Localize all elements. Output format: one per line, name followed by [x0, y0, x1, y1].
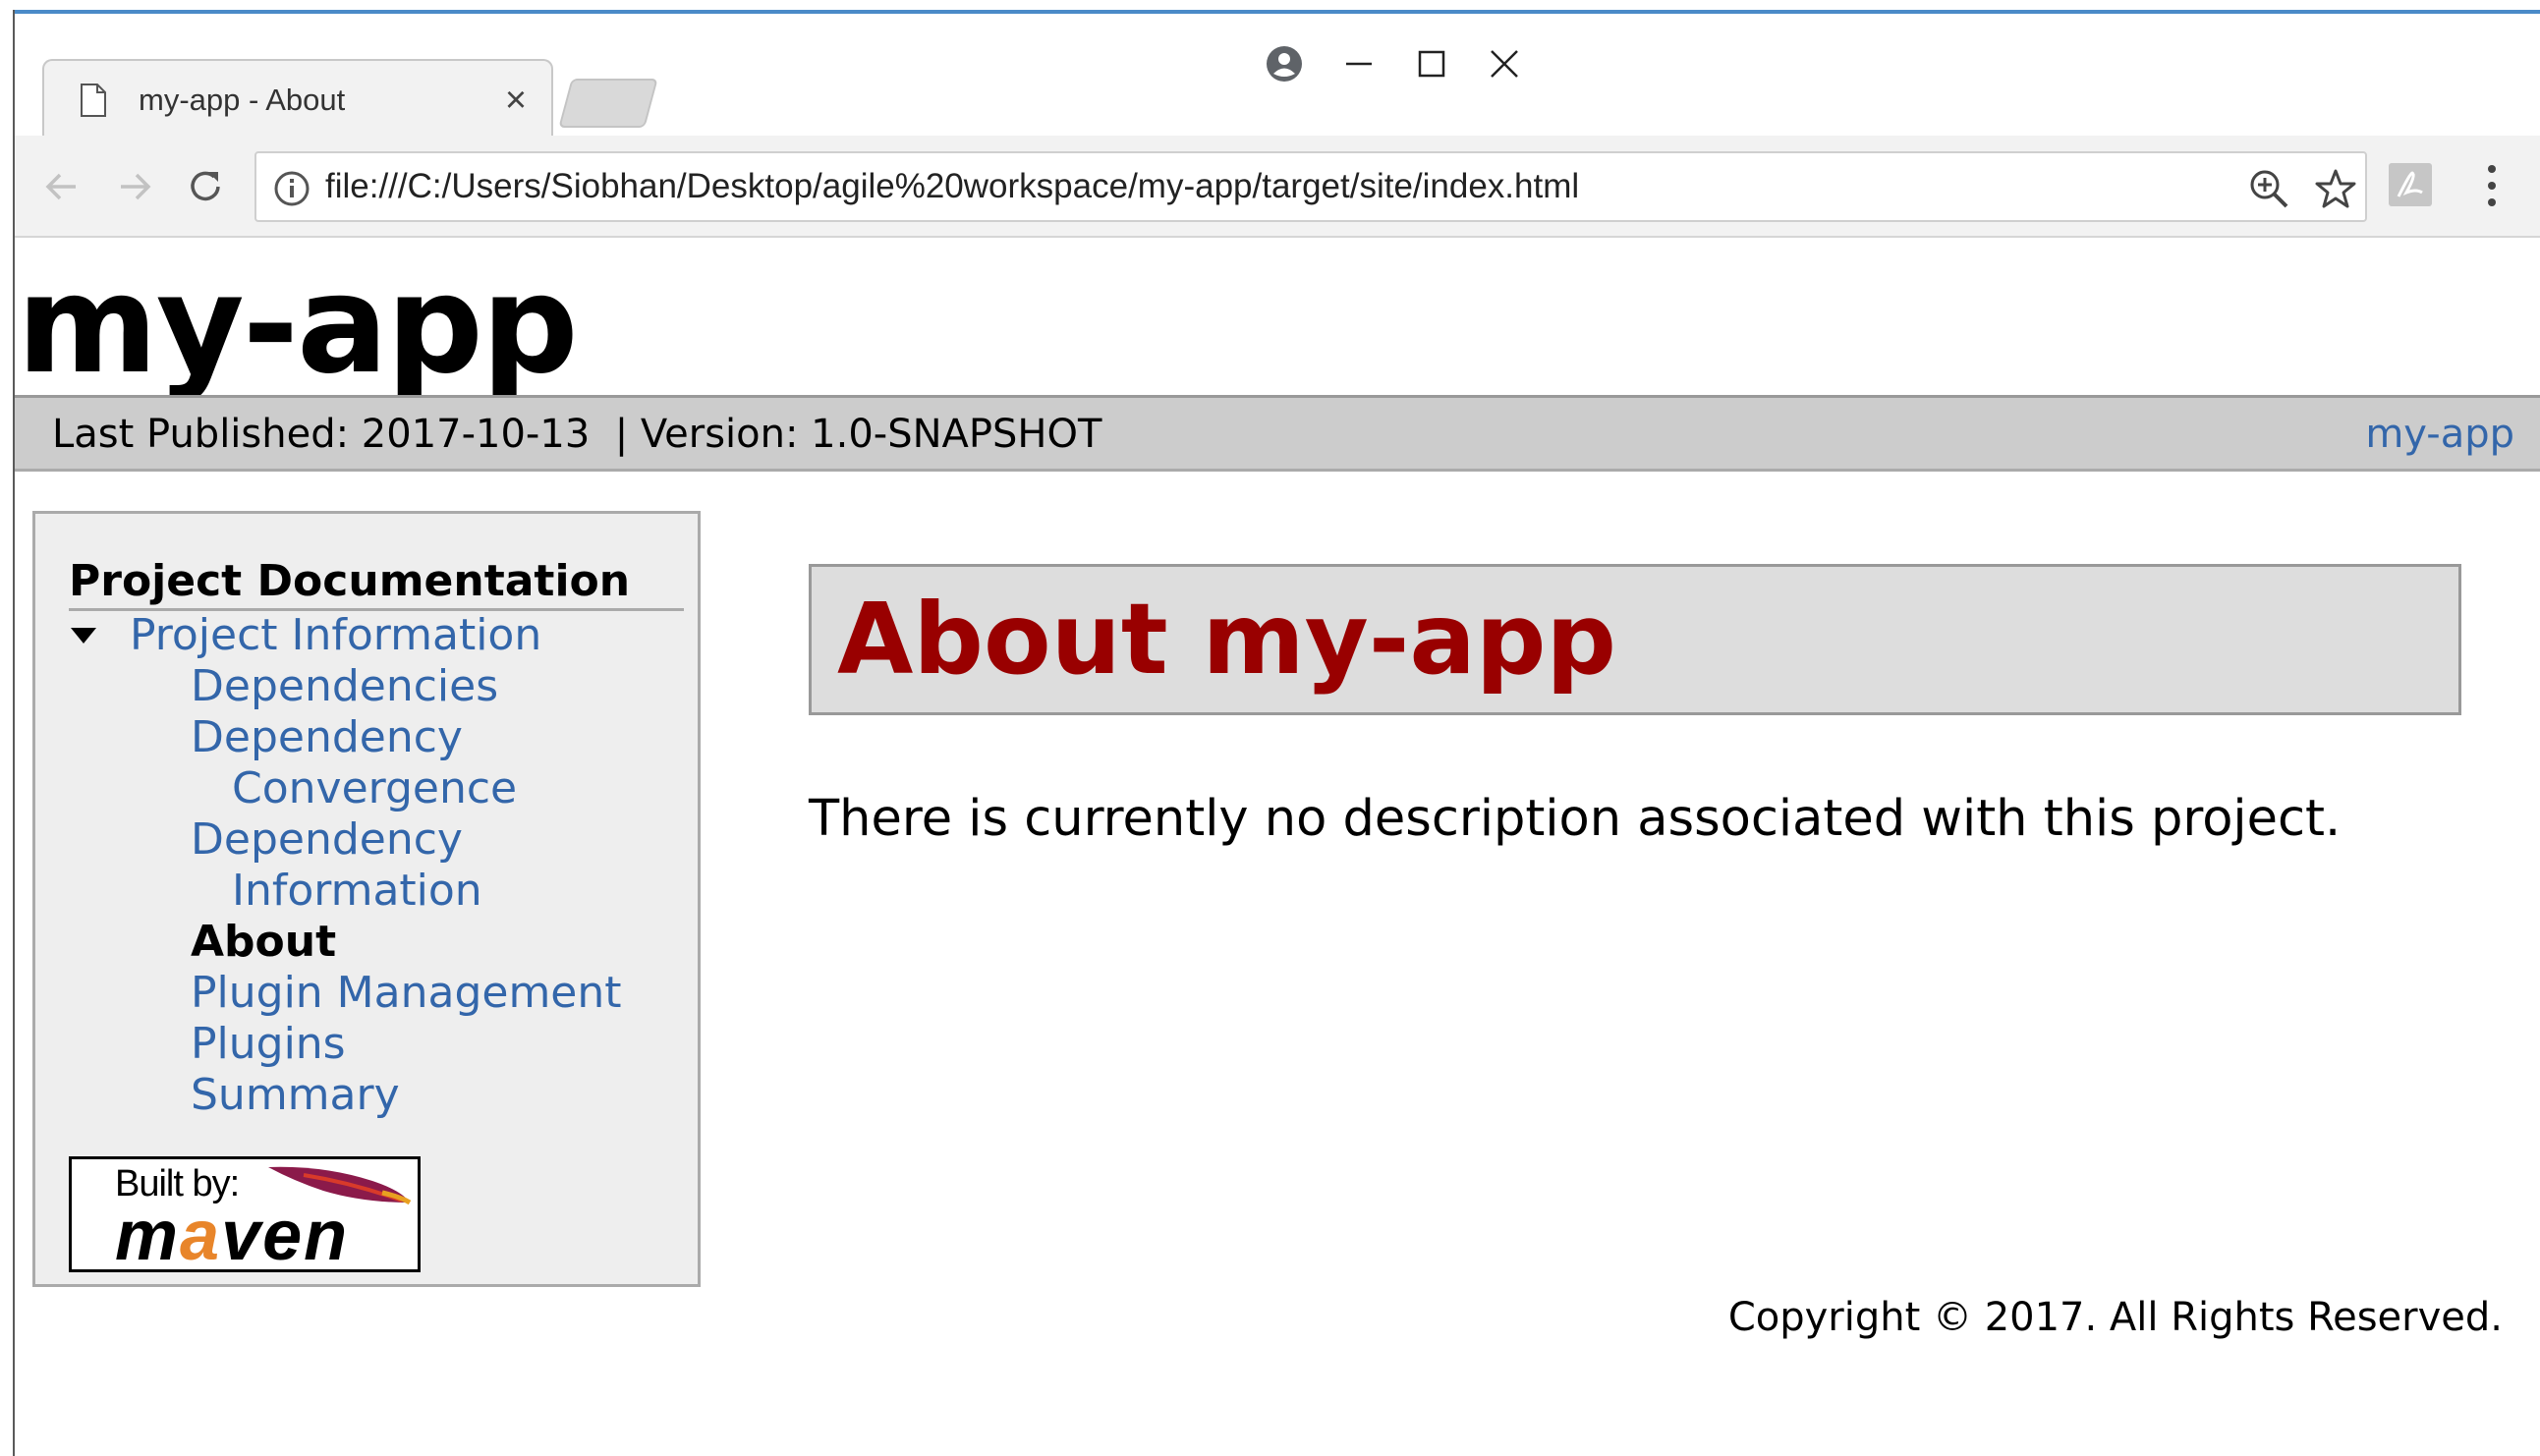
browser-toolbar: file:///C:/Users/Siobhan/Desktop/agile%2…	[15, 136, 2540, 238]
expanded-triangle-icon[interactable]	[69, 624, 98, 647]
new-tab-button[interactable]	[558, 79, 658, 128]
browser-window: my-app - About × file:///C:/Users/Siobha…	[13, 10, 2540, 1456]
breadcrumb-link-my-app[interactable]: my-app	[2365, 412, 2514, 457]
nav-item-dependency-information[interactable]: Dependency	[191, 814, 463, 866]
document-icon	[81, 84, 106, 117]
forward-arrow-icon[interactable]	[109, 161, 160, 212]
tab-active[interactable]: my-app - About ×	[42, 59, 553, 140]
nav-item-plugins[interactable]: Plugins	[191, 1019, 346, 1070]
pdf-extension-icon[interactable]	[2389, 163, 2432, 206]
project-description: There is currently no description associ…	[809, 790, 2342, 848]
info-icon[interactable]	[272, 169, 311, 208]
maximize-icon[interactable]	[1402, 39, 1461, 88]
page-heading: About my-app	[837, 582, 1617, 697]
tab-title: my-app - About	[139, 83, 346, 117]
close-window-icon[interactable]	[1475, 39, 1534, 88]
tab-close-icon[interactable]: ×	[498, 80, 534, 121]
kebab-menu-icon[interactable]	[2477, 159, 2507, 212]
url-text[interactable]: file:///C:/Users/Siobhan/Desktop/agile%2…	[325, 167, 1579, 206]
zoom-icon[interactable]	[2247, 167, 2290, 210]
sidebar-navigation: Project Documentation Project Informatio…	[32, 511, 701, 1287]
maven-logo-m: m	[115, 1197, 181, 1275]
minimize-icon[interactable]	[1329, 39, 1388, 88]
title-bar: my-app - About ×	[15, 14, 2540, 140]
nav-item-about: About	[191, 917, 337, 967]
nav-item-dependency-convergence-cont[interactable]: Convergence	[232, 763, 517, 814]
bookmark-star-icon[interactable]	[2314, 167, 2357, 210]
nav-item-dependency-convergence[interactable]: Dependency	[191, 712, 463, 763]
address-bar[interactable]: file:///C:/Users/Siobhan/Desktop/agile%2…	[254, 151, 2367, 222]
footer-copyright: Copyright © 2017. All Rights Reserved.	[1727, 1295, 2503, 1340]
nav-item-summary[interactable]: Summary	[191, 1070, 400, 1121]
maven-logo-text: maven	[115, 1201, 349, 1271]
section-heading-box: About my-app	[809, 564, 2461, 715]
nav-project-information[interactable]: Project Information	[130, 610, 541, 661]
nav-item-dependency-information-cont[interactable]: Information	[232, 866, 482, 917]
breadcrumbs-bar: Last Published: 2017-10-13 | Version: 1.…	[15, 395, 2540, 472]
nav-item-dependencies[interactable]: Dependencies	[191, 661, 498, 712]
nav-item-plugin-management[interactable]: Plugin Management	[191, 968, 622, 1019]
reload-icon[interactable]	[180, 161, 231, 212]
page-content: my-app Last Published: 2017-10-13 | Vers…	[15, 240, 2540, 1456]
publish-info: Last Published: 2017-10-13 | Version: 1.…	[52, 412, 1102, 457]
profile-icon[interactable]	[1255, 39, 1314, 88]
built-by-maven-badge[interactable]: Built by: maven	[69, 1156, 421, 1272]
maven-logo-a: a	[180, 1197, 222, 1275]
nav-header: Project Documentation	[69, 555, 684, 611]
site-title: my-app	[17, 246, 579, 404]
maven-logo-ven: ven	[221, 1197, 350, 1275]
back-arrow-icon[interactable]	[36, 161, 87, 212]
